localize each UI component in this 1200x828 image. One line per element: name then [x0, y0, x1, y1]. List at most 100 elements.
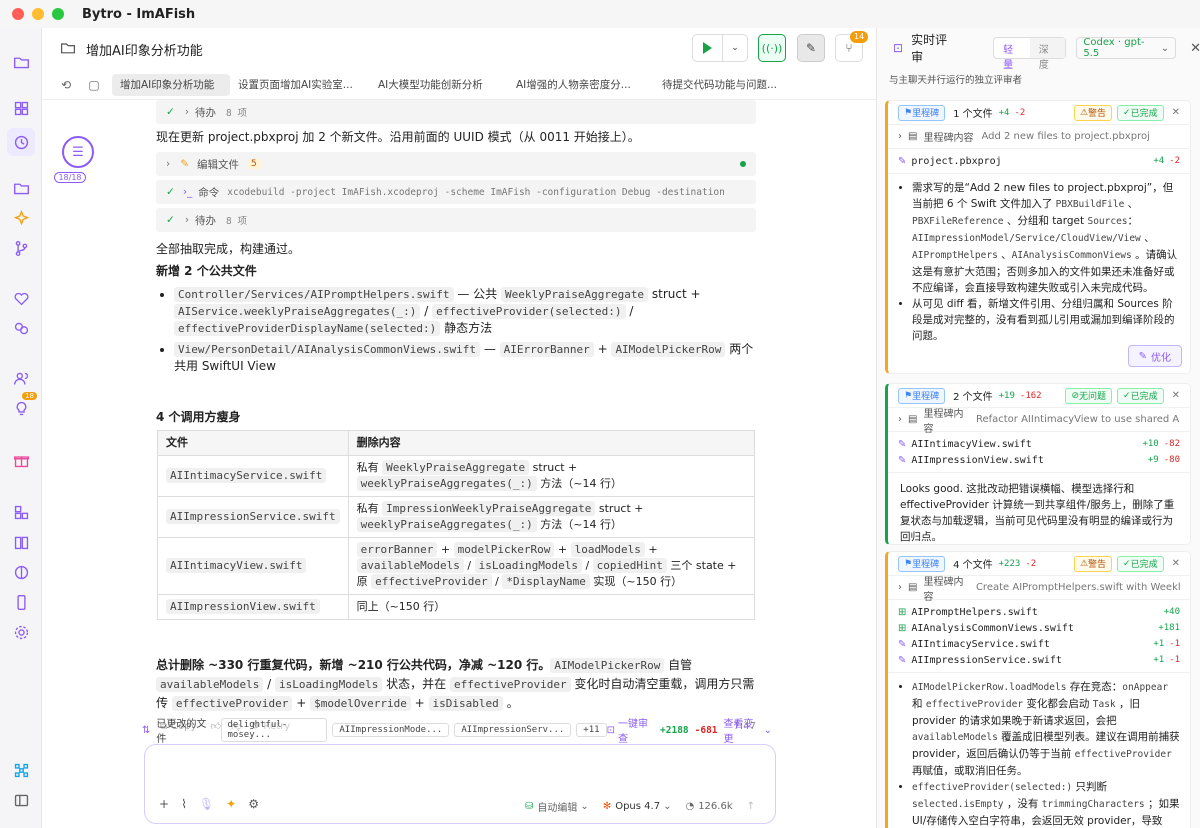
light-mode-option[interactable]: 轻量 [994, 38, 1030, 71]
tab-2[interactable]: AI大模型功能创新分析 [376, 74, 508, 96]
folder-icon [61, 43, 75, 54]
close-icon[interactable]: ✕ [1172, 558, 1180, 569]
table-row: AIIntimacyView.swift errorBanner + modelP… [157, 537, 756, 595]
one-click-review-button[interactable]: 一键审查 [618, 715, 654, 745]
code-span: AIAnalysisCommonViews [1011, 250, 1132, 261]
section-heading: 4 个调用方瘦身 [156, 410, 241, 424]
more-files-chip[interactable]: +11 [576, 723, 607, 737]
list-item: effectiveProvider(selected:) 只判断 selecte… [912, 779, 1180, 828]
code-span: trimmingCharacters [1041, 799, 1145, 810]
edit-mode-select[interactable]: 自动编辑 [537, 799, 577, 814]
additions-count: +40 [1163, 607, 1180, 617]
document-icon: ▤ [908, 582, 918, 593]
milestone-row[interactable]: › ▤ 里程碑内容 Add 2 new files to project.pbx… [888, 125, 1190, 149]
done-label: 已完成 [1130, 560, 1158, 570]
gear-icon[interactable]: ⚙ [248, 797, 259, 811]
close-icon[interactable]: ✕ [1190, 41, 1200, 56]
phone-icon[interactable] [11, 592, 31, 612]
run-dropdown-chevron-icon[interactable]: ⌄ [723, 35, 747, 61]
book-icon[interactable] [11, 532, 31, 552]
deep-mode-option[interactable]: 深度 [1029, 38, 1066, 71]
history-icon[interactable]: ⟲ [52, 78, 80, 92]
git-branch-icon[interactable] [11, 238, 31, 258]
history-icon[interactable] [7, 128, 35, 156]
message-input[interactable] [157, 753, 757, 783]
code-span: effectiveProvider(selected:) [432, 304, 626, 319]
checklist-progress-icon[interactable]: ☰ [62, 136, 94, 168]
folder-icon[interactable] [11, 52, 31, 72]
branch-badge: 14 [850, 31, 869, 43]
model-select[interactable]: Opus 4.7 [615, 801, 660, 812]
sidebar-toggle-icon[interactable] [11, 790, 31, 810]
optimize-button[interactable]: ✎ 优化 [1127, 345, 1182, 367]
text-span: 只判断 [1072, 781, 1107, 793]
milestone-tag: 里程碑 [912, 560, 940, 570]
blocks-icon[interactable] [11, 502, 31, 522]
paperclip-icon[interactable]: ⌇ [181, 797, 187, 811]
send-icon[interactable]: ↑ [747, 801, 755, 812]
close-window-button[interactable] [12, 8, 24, 20]
gift-icon[interactable] [11, 450, 31, 470]
code-span: AIModelPickerRow [550, 658, 665, 673]
milestone-row[interactable]: › ▤ 里程碑内容 Create AIPromptHelpers.swift w… [888, 576, 1190, 603]
list-item: 需求写的是“Add 2 new files to project.pbxproj… [912, 180, 1180, 296]
run-button[interactable] [693, 35, 723, 61]
close-icon[interactable]: ✕ [1172, 107, 1180, 118]
message-text: 全部抽取完成，构建通过。 [156, 242, 301, 256]
users-icon[interactable] [11, 368, 31, 388]
text-span: / [463, 559, 475, 572]
changed-file-chip[interactable]: AIImpressionMode... [332, 723, 450, 737]
review-depth-toggle: 轻量 深度 [993, 37, 1067, 71]
text-span: / [581, 559, 593, 572]
chevron-down-icon[interactable]: ⌄ [663, 801, 671, 812]
code-span: Controller/Services/AIPromptHelpers.swif… [174, 287, 454, 302]
tab-1[interactable]: 设置页面增加AI实验室... [230, 74, 376, 96]
summary-text: 总计删除 ~330 行重复代码，新增 ~210 行公共代码，净减 ~120 行。… [156, 656, 756, 713]
brain-icon[interactable] [11, 562, 31, 582]
zoom-window-button[interactable] [52, 8, 64, 20]
done-badge: ✓ 已完成 [1117, 104, 1164, 121]
tab-0[interactable]: 增加AI印象分析功能 [112, 73, 230, 96]
close-icon[interactable]: ✕ [1172, 390, 1180, 401]
edit-files-strip[interactable]: › ✎ 编辑文件 5 [156, 152, 756, 176]
microphone-icon[interactable]: 🎙︎ [199, 797, 214, 811]
text-span: 。 [502, 696, 519, 710]
file-cell: AIIntimacyService.swift [157, 455, 349, 497]
view-changes-link[interactable]: 查看变更 [724, 715, 760, 745]
plus-icon[interactable]: + [159, 797, 169, 811]
magic-wand-icon[interactable]: ✦ [226, 797, 236, 811]
pencil-icon: ✎ [898, 155, 907, 167]
sparkles-icon[interactable] [11, 208, 31, 228]
text-span: 、 [1140, 232, 1155, 244]
text-span: 变化都会启动 [1023, 698, 1093, 710]
todo-strip[interactable]: ✓ › 待办 8 项 [156, 100, 756, 124]
deletions-count: -1 [1169, 639, 1180, 649]
tab-3[interactable]: AI增强的人物亲密度分... [508, 74, 654, 96]
lightbulb-icon[interactable]: 18 [11, 392, 37, 418]
heart-pulse-icon[interactable] [11, 288, 31, 308]
chevron-down-icon[interactable]: ⌄ [764, 725, 772, 736]
review-model-select[interactable]: Codex · gpt-5.5 ⌄ [1076, 37, 1177, 59]
broadcast-icon[interactable]: ((·)) [758, 34, 786, 62]
chevron-down-icon[interactable]: ⌄ [580, 801, 588, 812]
additions-count: +4 [998, 107, 1010, 118]
link-icon[interactable] [11, 318, 31, 338]
dashboard-icon[interactable] [11, 98, 31, 118]
new-chat-icon[interactable]: ▢ [80, 78, 108, 92]
changed-file-chip[interactable]: AIImpressionServ... [454, 723, 572, 737]
tab-4[interactable]: 待提交代码功能与问题... [654, 74, 784, 96]
milestone-row[interactable]: › ▤ 里程碑内容 Refactor AIIntimacyView to use… [888, 408, 1190, 435]
command-label: 命令 [198, 186, 220, 199]
additions-count: +1 [1153, 639, 1165, 649]
changed-file-chip[interactable]: delightful-mosey... [220, 718, 328, 742]
minimize-window-button[interactable] [32, 8, 44, 20]
text-span: — 公共 [453, 287, 501, 301]
command-strip[interactable]: ✓ ›_ 命令 xcodebuild -project ImAFish.xcod… [156, 180, 756, 204]
folder-open-icon[interactable] [11, 178, 31, 198]
todo-strip[interactable]: ✓ › 待办 8 项 [156, 208, 756, 232]
composer-tools: + ⌇ 🎙︎ ✦ ⚙ [159, 797, 259, 811]
table-header: 文件 [157, 430, 349, 456]
pen-icon[interactable]: ✎ [797, 34, 825, 62]
text-span: 实现（~150 行） [589, 575, 683, 588]
gear-icon[interactable] [11, 622, 31, 642]
